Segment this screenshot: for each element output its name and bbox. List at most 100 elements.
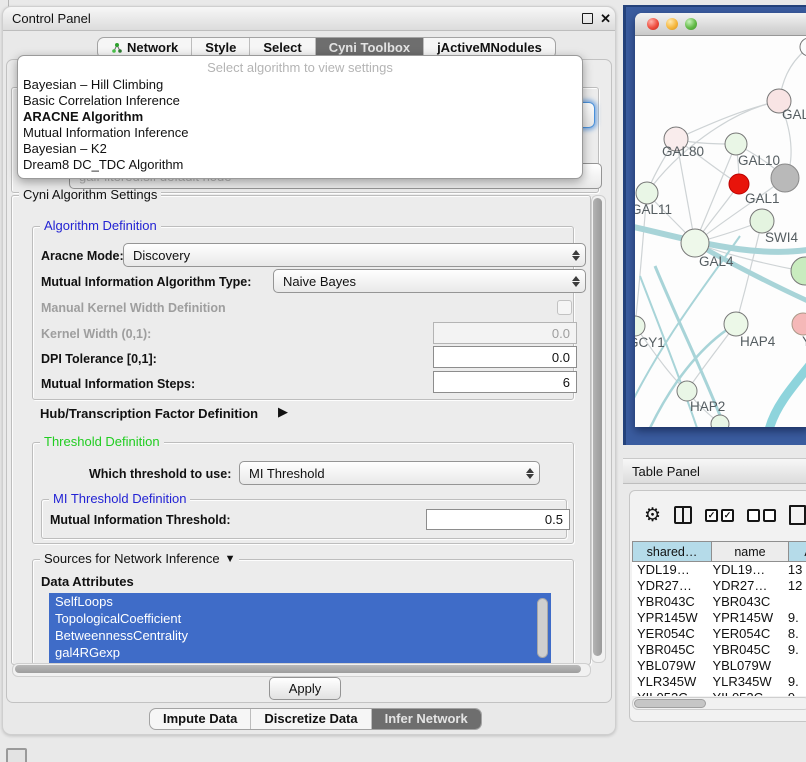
float-panel-icon[interactable]: [582, 13, 593, 24]
algorithm-option[interactable]: Mutual Information Inference: [18, 125, 582, 141]
column-header-partial[interactable]: A: [788, 541, 806, 562]
node-gray[interactable]: [771, 164, 799, 192]
algorithm-option[interactable]: Bayesian – Hill Climbing: [18, 77, 582, 93]
table-row[interactable]: YDL19…YDL19…13: [632, 562, 806, 578]
cyni-algorithm-settings-title: Cyni Algorithm Settings: [19, 188, 161, 202]
mi-algorithm-type-label: Mutual Information Algorithm Type:: [41, 275, 251, 289]
mac-zoom-icon[interactable]: [685, 18, 697, 30]
mi-steps-field[interactable]: 6: [433, 371, 577, 393]
dpi-tolerance-field[interactable]: 0.0: [433, 346, 577, 368]
settings-vscrollbar-track[interactable]: [591, 195, 606, 663]
algorithm-option[interactable]: Bayesian – K2: [18, 141, 582, 157]
which-threshold-combobox[interactable]: MI Threshold: [239, 461, 540, 485]
table-row[interactable]: YDR27…YDR27…12: [632, 578, 806, 594]
algorithm-option-aracne[interactable]: ARACNE Algorithm: [18, 109, 582, 125]
deselect-all-columns-icon[interactable]: [747, 509, 776, 522]
expand-arrow-icon[interactable]: ▶: [278, 404, 288, 420]
mac-minimize-icon[interactable]: [666, 18, 678, 30]
tab-impute-data[interactable]: Impute Data: [150, 709, 250, 729]
table-row[interactable]: YBR043CYBR043C: [632, 594, 806, 610]
table-rows[interactable]: YDL19…YDL19…13 YDR27…YDR27…12 YBR043CYBR…: [632, 562, 806, 696]
list-item[interactable]: SelfLoops: [49, 593, 551, 610]
settings-vscrollbar-thumb[interactable]: [593, 198, 602, 656]
threshold-definition-group: Threshold Definition Which threshold to …: [32, 442, 574, 544]
table-row[interactable]: YBL079WYBL079W: [632, 658, 806, 674]
screen: Control Panel ✕ Network Style Select Cyn…: [0, 0, 806, 762]
manual-kernel-width-label: Manual Kernel Width Definition: [41, 301, 226, 315]
node-gal11[interactable]: [636, 182, 658, 204]
table-row[interactable]: YER054CYER054C8.: [632, 626, 806, 642]
network-window[interactable]: GAL GAL80 GAL10 GAL1 GAL11 SWI4 GAL4 GCY…: [635, 13, 806, 427]
manual-kernel-width-checkbox[interactable]: [557, 300, 572, 315]
table-panel-body: ⚙ ✓✓ shared… name A YDL19…YDL19…13 YDR27…: [629, 490, 806, 722]
stepper-arrows-icon: [521, 462, 539, 484]
algorithm-dropdown-popup: Select algorithm to view settings Bayesi…: [17, 55, 583, 179]
settings-hscrollbar-thumb[interactable]: [15, 665, 581, 673]
table-row[interactable]: YIL052CYIL052C9.: [632, 690, 806, 696]
stepper-arrows-icon: [567, 270, 585, 292]
node[interactable]: [711, 415, 729, 427]
sources-title: Sources for Network Inference: [44, 552, 220, 566]
apply-button[interactable]: Apply: [269, 677, 341, 700]
node[interactable]: [791, 257, 806, 285]
mi-threshold-definition-group: MI Threshold Definition Mutual Informati…: [41, 499, 567, 539]
algorithm-definition-title: Algorithm Definition: [40, 219, 161, 233]
bottom-tabstrip: Impute Data Discretize Data Infer Networ…: [149, 708, 482, 730]
node-label: GAL10: [738, 153, 780, 168]
gear-icon[interactable]: ⚙: [644, 506, 661, 525]
list-item[interactable]: BetweennessCentrality: [49, 627, 551, 644]
node-pink-y[interactable]: [792, 313, 806, 335]
network-window-titlebar[interactable]: [635, 13, 806, 36]
dpi-tolerance-label: DPI Tolerance [0,1]:: [41, 352, 157, 366]
node-label: GAL80: [662, 144, 704, 159]
node-label: HAP2: [690, 399, 725, 414]
data-attributes-list[interactable]: SelfLoops TopologicalCoefficient Between…: [49, 593, 551, 663]
node-gal4[interactable]: [681, 229, 709, 257]
settings-hscrollbar-track[interactable]: [12, 663, 591, 677]
table-panel-title: Table Panel: [632, 464, 700, 479]
column-header-name[interactable]: name: [711, 541, 788, 562]
node-hap2[interactable]: [677, 381, 697, 401]
tab-discretize-data[interactable]: Discretize Data: [250, 709, 370, 729]
kernel-width-field[interactable]: 0.0: [433, 322, 577, 344]
node-label: GAL11: [635, 202, 672, 217]
network-view-panel[interactable]: GAL GAL80 GAL10 GAL1 GAL11 SWI4 GAL4 GCY…: [623, 5, 806, 445]
algorithm-option[interactable]: Basic Correlation Inference: [18, 93, 582, 109]
collapse-arrow-icon[interactable]: ▼: [225, 552, 236, 566]
tab-infer-network[interactable]: Infer Network: [371, 709, 481, 729]
control-panel-window: Control Panel ✕ Network Style Select Cyn…: [2, 6, 616, 735]
table-header-row: shared… name A: [632, 541, 806, 562]
node-hap4[interactable]: [724, 312, 748, 336]
node-label: GAL: [782, 107, 806, 122]
table-hscrollbar-thumb[interactable]: [634, 699, 706, 708]
column-header-shared-name[interactable]: shared…: [632, 541, 711, 562]
sources-group: Sources for Network Inference ▼ Data Att…: [32, 559, 574, 665]
list-vertical-scrollbar[interactable]: [537, 598, 548, 658]
node-label: GCY1: [635, 335, 665, 350]
page-icon[interactable]: [789, 505, 806, 525]
table-row[interactable]: YBR045CYBR045C9.: [632, 642, 806, 658]
mi-threshold-field[interactable]: 0.5: [426, 509, 570, 530]
node-label: GAL1: [745, 191, 780, 206]
aracne-mode-combobox[interactable]: Discovery: [123, 243, 586, 267]
close-panel-icon[interactable]: ✕: [600, 11, 611, 27]
table-row[interactable]: YPR145WYPR145W9.: [632, 610, 806, 626]
node-gal10[interactable]: [725, 133, 747, 155]
split-columns-icon[interactable]: [674, 506, 692, 524]
list-item[interactable]: gal4RGexp: [49, 644, 551, 661]
table-row[interactable]: YLR345WYLR345W9.: [632, 674, 806, 690]
node-gcy1[interactable]: [635, 316, 645, 336]
table-toolbar: ⚙ ✓✓: [630, 491, 806, 539]
mi-steps-label: Mutual Information Steps:: [41, 377, 195, 391]
mi-threshold-label: Mutual Information Threshold:: [50, 513, 231, 527]
minimized-panel-icon[interactable]: [6, 748, 27, 762]
table-hscrollbar-track[interactable]: [632, 697, 806, 710]
list-item[interactable]: TopologicalCoefficient: [49, 610, 551, 627]
data-attributes-label: Data Attributes: [41, 574, 134, 589]
mac-close-icon[interactable]: [647, 18, 659, 30]
mi-algorithm-type-combobox[interactable]: Naive Bayes: [273, 269, 586, 293]
network-canvas[interactable]: GAL GAL80 GAL10 GAL1 GAL11 SWI4 GAL4 GCY…: [635, 36, 806, 427]
node-label: SWI4: [765, 230, 798, 245]
algorithm-option[interactable]: Dream8 DC_TDC Algorithm: [18, 157, 582, 173]
select-all-columns-icon[interactable]: ✓✓: [705, 509, 734, 522]
